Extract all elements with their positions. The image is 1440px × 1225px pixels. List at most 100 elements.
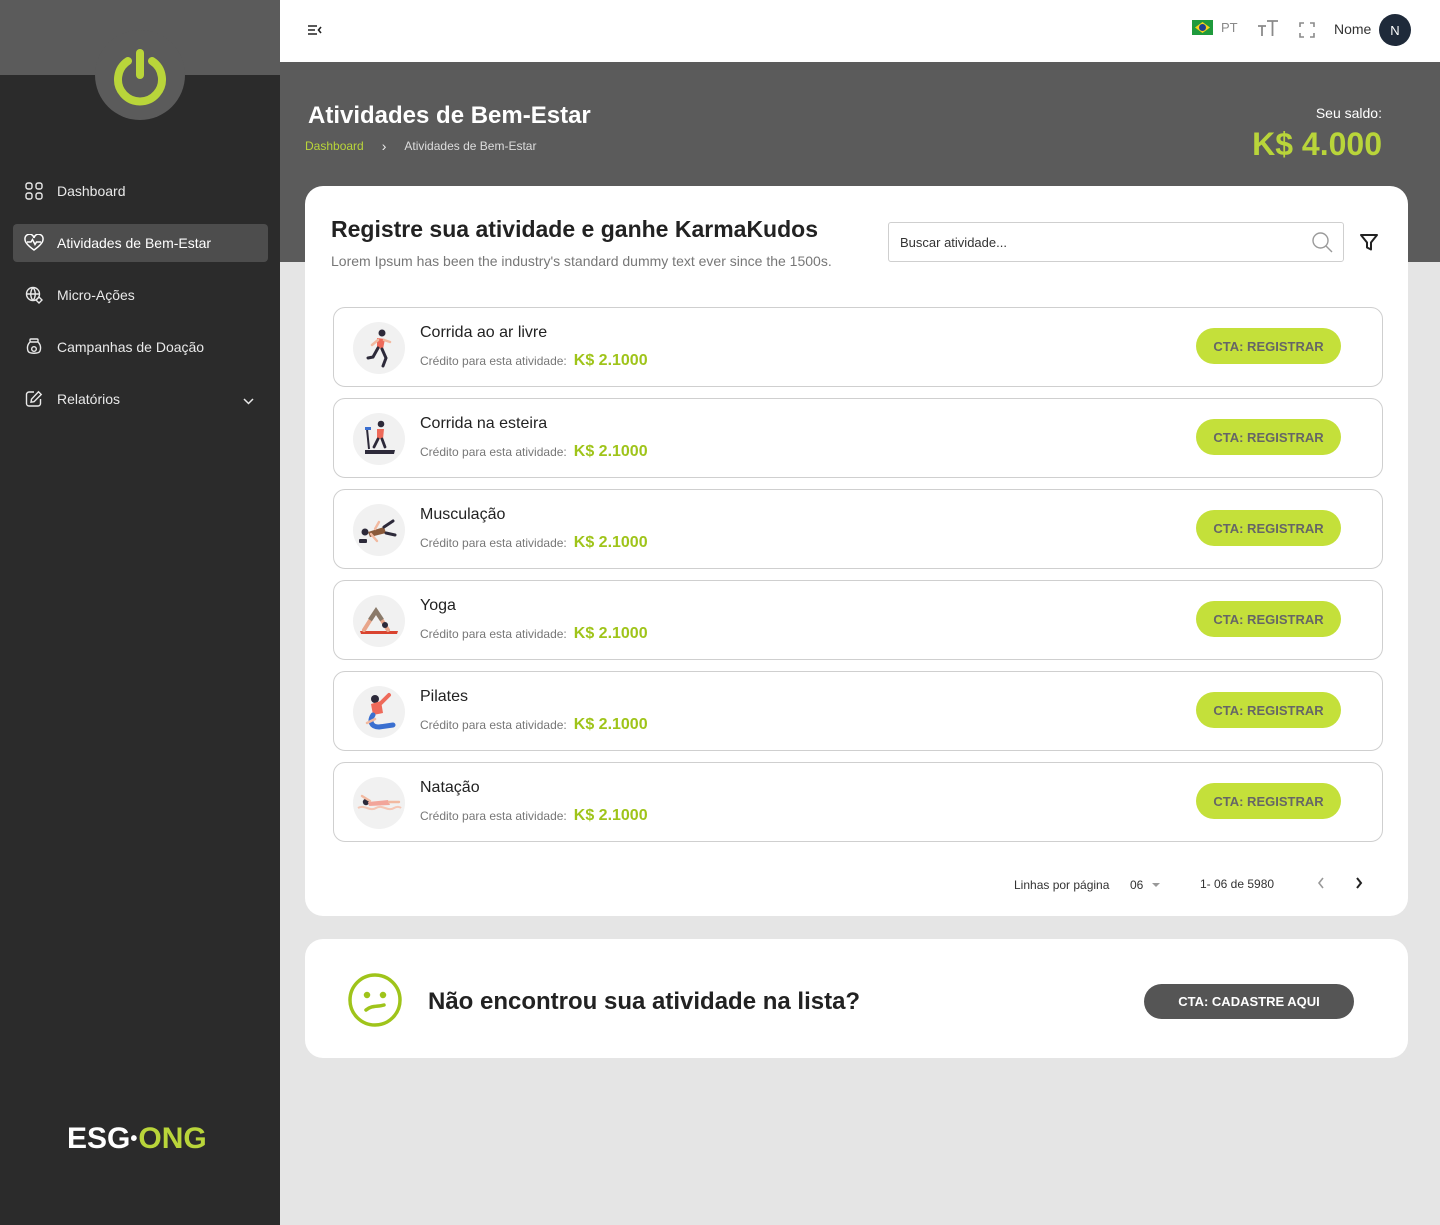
user-name[interactable]: Nome (1334, 21, 1371, 37)
not-found-title: Não encontrou sua atividade na lista? (428, 988, 861, 1015)
treadmill-icon (353, 413, 405, 465)
not-found-card: Não encontrou sua atividade na lista? CT… (305, 939, 1408, 1058)
power-icon (114, 49, 166, 106)
balance-label: Seu saldo: (1315, 105, 1382, 121)
sidebar-item-label: Micro-Ações (57, 287, 135, 303)
register-new-activity-button[interactable]: CTA: CADASTRE AQUI (1144, 984, 1354, 1019)
activity-credit: Crédito para esta atividade: K$ 2.1000 (420, 352, 648, 370)
balance-value: K$ 4.000 (1252, 126, 1382, 162)
register-button[interactable]: CTA: REGISTRAR (1196, 692, 1341, 728)
activity-credit: Crédito para esta atividade: K$ 2.1000 (420, 807, 648, 825)
swimming-icon (353, 777, 405, 829)
sidebar: Dashboard Atividades de Bem-Estar Micro-… (0, 0, 280, 1225)
brand-text-right: ONG (138, 1122, 207, 1155)
sidebar-item-label: Atividades de Bem-Estar (57, 235, 212, 251)
sidebar-item-label: Campanhas de Doação (57, 339, 205, 355)
activity-name: Corrida na esteira (420, 415, 548, 432)
rows-per-page-label: Linhas por página (1014, 878, 1110, 892)
activity-name: Natação (420, 779, 480, 796)
language-code: PT (1221, 20, 1238, 35)
breadcrumb: Dashboard › Atividades de Bem-Estar (305, 138, 536, 154)
globe-hand-icon (24, 285, 44, 305)
language-selector[interactable]: PT (1192, 20, 1238, 35)
breadcrumb-dashboard-link[interactable]: Dashboard (305, 139, 364, 153)
sidebar-nav: Dashboard Atividades de Bem-Estar Micro-… (13, 172, 268, 432)
activity-row: Yoga Crédito para esta atividade: K$ 2.1… (333, 580, 1383, 660)
brand-text-left: ESG (67, 1122, 131, 1155)
heart-pulse-icon (24, 233, 44, 253)
chevron-left-icon[interactable] (1316, 876, 1326, 893)
credit-label: Crédito para esta atividade: (420, 445, 567, 459)
brand-logo: ESG • ONG (67, 1122, 207, 1156)
credit-value: K$ 2.1000 (573, 443, 648, 460)
activity-row: Corrida na esteira Crédito para esta ati… (333, 398, 1383, 478)
page-title: Atividades de Bem-Estar (308, 102, 591, 129)
credit-value: K$ 2.1000 (573, 352, 648, 369)
sidebar-item-label: Relatórios (57, 391, 121, 407)
register-button[interactable]: CTA: REGISTRAR (1196, 601, 1341, 637)
register-button[interactable]: CTA: REGISTRAR (1196, 783, 1341, 819)
avatar[interactable]: N (1379, 14, 1411, 46)
brand-dot: • (130, 1127, 138, 1150)
activities-card: Registre sua atividade e ganhe KarmaKudo… (305, 186, 1408, 916)
credit-label: Crédito para esta atividade: (420, 536, 567, 550)
credit-value: K$ 2.1000 (573, 716, 648, 733)
confused-face-icon (347, 972, 403, 1033)
yoga-icon (353, 595, 405, 647)
credit-label: Crédito para esta atividade: (420, 718, 567, 732)
register-button[interactable]: CTA: REGISTRAR (1196, 510, 1341, 546)
activity-row: Natação Crédito para esta atividade: K$ … (333, 762, 1383, 842)
credit-value: K$ 2.1000 (573, 534, 648, 551)
activity-name: Musculação (420, 506, 506, 523)
edit-icon (24, 389, 44, 409)
activity-credit: Crédito para esta atividade: K$ 2.1000 (420, 716, 648, 734)
rows-per-page-select[interactable]: 06 (1130, 878, 1161, 892)
rows-per-page-value: 06 (1130, 878, 1144, 892)
fullscreen-icon[interactable] (1299, 22, 1315, 43)
credit-label: Crédito para esta atividade: (420, 627, 567, 641)
activity-list: Corrida ao ar livre Crédito para esta at… (333, 307, 1383, 853)
sidebar-item-micro-actions[interactable]: Micro-Ações (13, 276, 268, 314)
activity-name: Corrida ao ar livre (420, 324, 548, 341)
activity-credit: Crédito para esta atividade: K$ 2.1000 (420, 625, 648, 643)
font-size-icon[interactable] (1257, 19, 1279, 42)
filter-icon[interactable] (1360, 234, 1378, 256)
menu-collapse-icon[interactable] (307, 22, 325, 40)
activity-name: Pilates (420, 688, 469, 705)
card-subtitle: Lorem Ipsum has been the industry's stan… (331, 253, 832, 269)
activity-row: Corrida ao ar livre Crédito para esta at… (333, 307, 1383, 387)
chevron-right-icon[interactable] (1354, 876, 1364, 893)
sidebar-item-dashboard[interactable]: Dashboard (13, 172, 268, 210)
activity-row: Pilates Crédito para esta atividade: K$ … (333, 671, 1383, 751)
sidebar-item-wellbeing[interactable]: Atividades de Bem-Estar (13, 224, 268, 262)
sidebar-item-label: Dashboard (57, 183, 126, 199)
register-button[interactable]: CTA: REGISTRAR (1196, 419, 1341, 455)
credit-value: K$ 2.1000 (573, 807, 648, 824)
activity-credit: Crédito para esta atividade: K$ 2.1000 (420, 443, 648, 461)
activity-row: Musculação Crédito para esta atividade: … (333, 489, 1383, 569)
pilates-icon (353, 686, 405, 738)
credit-value: K$ 2.1000 (573, 625, 648, 642)
activity-credit: Crédito para esta atividade: K$ 2.1000 (420, 534, 648, 552)
top-bar: PT Nome N (280, 0, 1440, 62)
weight-training-icon (353, 504, 405, 556)
card-title: Registre sua atividade e ganhe KarmaKudo… (331, 216, 818, 242)
brazil-flag-icon (1192, 20, 1213, 35)
credit-label: Crédito para esta atividade: (420, 354, 567, 368)
donation-icon (24, 337, 44, 357)
chevron-right-icon: › (381, 138, 387, 154)
sidebar-item-donations[interactable]: Campanhas de Doação (13, 328, 268, 366)
search-icon[interactable] (1312, 232, 1333, 258)
register-button[interactable]: CTA: REGISTRAR (1196, 328, 1341, 364)
power-logo[interactable] (95, 30, 185, 120)
sidebar-item-reports[interactable]: Relatórios (13, 380, 268, 418)
caret-down-icon (1152, 883, 1161, 887)
search-input[interactable] (888, 222, 1344, 262)
activity-name: Yoga (420, 597, 456, 614)
pagination-range: 1- 06 de 5980 (1200, 877, 1275, 891)
grid-icon (24, 181, 44, 201)
chevron-down-icon[interactable] (243, 392, 254, 408)
running-outdoor-icon (353, 322, 405, 374)
credit-label: Crédito para esta atividade: (420, 809, 567, 823)
breadcrumb-current: Atividades de Bem-Estar (404, 139, 537, 153)
